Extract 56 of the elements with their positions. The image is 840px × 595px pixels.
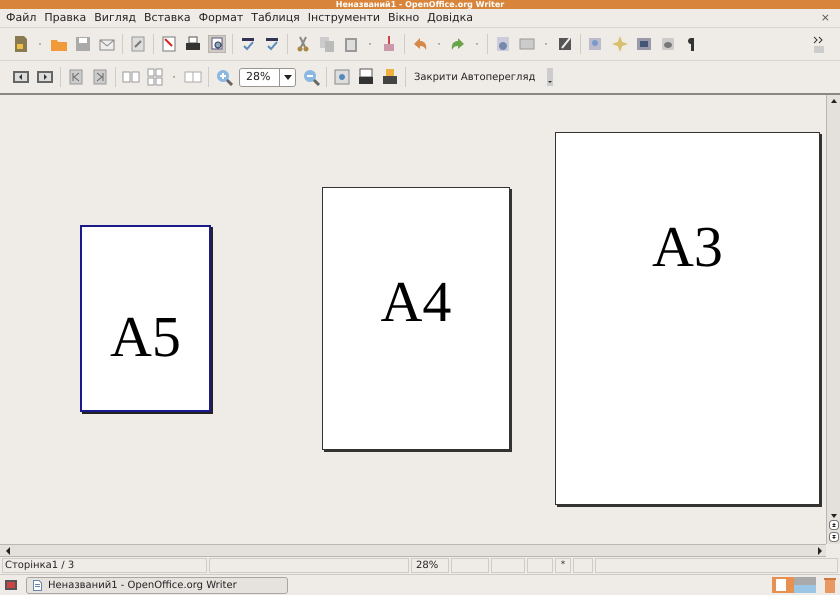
next-page-icon[interactable]: [828, 532, 838, 542]
page-label: A3: [652, 215, 723, 281]
menu-item[interactable]: Правка: [40, 10, 90, 26]
navigator-icon[interactable]: [494, 35, 512, 53]
menu-item[interactable]: Інструменти: [304, 10, 384, 26]
trash-icon[interactable]: [824, 577, 836, 593]
up-arrow-icon[interactable]: [830, 99, 836, 103]
zoom-field[interactable]: 28%: [239, 68, 296, 86]
previous-page-icon[interactable]: [12, 68, 30, 86]
spellcheck-icon[interactable]: [239, 35, 257, 53]
edit-document-icon[interactable]: [129, 35, 147, 53]
dropdown-arrow-icon[interactable]: [284, 74, 292, 80]
page-status: Сторінка1 / 3: [2, 558, 207, 573]
next-page-icon[interactable]: [36, 68, 54, 86]
full-screen-icon[interactable]: [333, 68, 351, 86]
zoom-in-icon[interactable]: [215, 68, 233, 86]
last-page-icon[interactable]: [91, 68, 109, 86]
pencil-icon[interactable]: [556, 35, 574, 53]
window-title: Неназваний1 - OpenOffice.org Writer: [336, 0, 504, 9]
star-icon[interactable]: [611, 35, 629, 53]
close-preview-button[interactable]: Закрити Автоперегляд: [412, 70, 538, 84]
gallery-icon[interactable]: [635, 35, 653, 53]
menu-item[interactable]: Таблиця: [247, 10, 304, 26]
print-preview-icon[interactable]: [381, 68, 399, 86]
workspace-switcher-icon[interactable]: [772, 577, 816, 593]
page[interactable]: A4: [322, 187, 510, 450]
first-page-icon[interactable]: [67, 68, 85, 86]
multiple-pages-icon[interactable]: [146, 68, 164, 86]
desktop-icon[interactable]: [4, 578, 18, 592]
modified-status: *: [555, 558, 571, 573]
zoom-status: 28%: [411, 558, 449, 573]
zoom-out-icon[interactable]: [302, 68, 320, 86]
new-document-icon[interactable]: [12, 35, 30, 53]
close-button[interactable]: ×: [812, 10, 838, 26]
printer-icon[interactable]: [184, 35, 202, 53]
save-icon[interactable]: [74, 35, 92, 53]
page[interactable]: A3: [555, 132, 820, 505]
page[interactable]: A5: [80, 225, 211, 412]
pdf-icon[interactable]: [160, 35, 178, 53]
autospellcheck-icon[interactable]: [263, 35, 281, 53]
menu-item[interactable]: Вікно: [384, 10, 424, 26]
menu-item[interactable]: Формат: [194, 10, 248, 26]
menu-item[interactable]: Довідка: [423, 10, 478, 26]
page-preview-icon[interactable]: [208, 35, 226, 53]
taskbar-button[interactable]: Неназваний1 - OpenOffice.org Writer: [26, 576, 288, 594]
page-setup-icon[interactable]: [357, 68, 375, 86]
document-icon: [33, 580, 42, 590]
menu-item[interactable]: Вигляд: [90, 10, 140, 26]
previous-page-icon[interactable]: [828, 520, 838, 530]
page-label: A4: [380, 270, 452, 336]
database-icon[interactable]: [659, 35, 677, 53]
down-arrow-icon[interactable]: [830, 514, 836, 518]
menu-item[interactable]: Файл: [2, 10, 40, 26]
clipboard-icon[interactable]: [342, 35, 360, 53]
page-label: A5: [110, 305, 181, 371]
menu-item[interactable]: Вставка: [140, 10, 195, 26]
